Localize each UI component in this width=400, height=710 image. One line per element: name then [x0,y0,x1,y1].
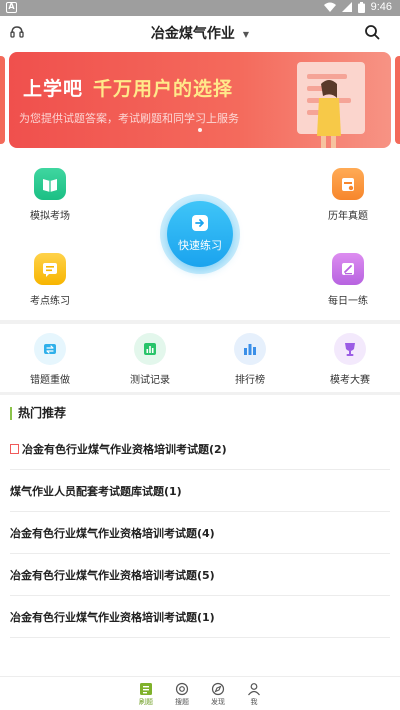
record-icon [134,333,166,365]
app-bar: 冶金煤气作业 ▼ [0,16,400,48]
list-item-title: 冶金有色行业煤气作业资格培训考试题(4) [10,526,215,540]
user-icon [247,681,261,696]
nav-search[interactable]: 搜题 [171,677,193,710]
list-item-title: 煤气作业人员配套考试题库试题(1) [10,484,182,498]
status-time: 9:46 [370,1,392,13]
tool-mock-contest[interactable]: 模考大赛 [310,333,390,386]
quick-practice-button[interactable]: 快速练习 [160,194,240,274]
retry-icon [34,333,66,365]
topic-practice-label: 考点练习 [30,296,70,307]
bottom-nav: 刷题 搜题 发现 我 [0,676,400,710]
past-papers-label: 历年真题 [328,211,368,222]
list-item[interactable]: 煤气作业人员配套考试题库试题(1) [10,470,390,512]
wifi-icon [323,2,336,12]
nav-discover[interactable]: 发现 [207,677,229,710]
tool-label: 模考大赛 [330,375,370,386]
signal-icon [341,2,352,12]
tool-test-record[interactable]: 测试记录 [110,333,190,386]
status-bar: A 9:46 [0,0,400,16]
practice-icon [139,681,153,695]
section-divider [0,392,400,395]
banner-title: 上学吧 千万用户的选择 [23,74,233,101]
list-item[interactable]: 冶金有色行业煤气作业资格培训考试题(1) [10,596,390,638]
quick-practice-core: 快速练习 [167,201,233,267]
mock-exam-label: 模拟考场 [30,211,70,222]
arrow-right-icon [192,215,208,231]
mock-exam-button[interactable]: 模拟考场 [10,168,90,222]
tool-label: 测试记录 [130,375,170,386]
topic-practice-button[interactable]: 考点练习 [10,253,90,307]
section-divider [0,320,400,324]
hot-list: 冶金有色行业煤气作业资格培训考试题(2) 煤气作业人员配套考试题库试题(1) 冶… [10,428,390,638]
daily-practice-button[interactable]: 每日一练 [308,253,388,307]
nav-label: 我 [250,698,258,706]
quick-practice-label: 快速练习 [178,239,222,252]
caret-down-icon: ▼ [242,29,250,39]
rank-icon [234,333,266,365]
status-indicators: 9:46 [323,1,392,13]
battery-icon [357,1,365,13]
trophy-icon [334,333,366,365]
tool-label: 错题重做 [30,375,70,386]
list-item[interactable]: 冶金有色行业煤气作业资格培训考试题(5) [10,554,390,596]
calendar-icon [332,168,364,200]
list-item[interactable]: 冶金有色行业煤气作业资格培训考试题(4) [10,512,390,554]
past-papers-button[interactable]: 历年真题 [308,168,388,222]
tool-label: 排行榜 [235,375,265,386]
bookmark-icon [10,443,19,454]
nav-label: 搜题 [175,698,189,706]
banner-next-peek [395,56,400,144]
list-item-title: 冶金有色行业煤气作业资格培训考试题(2) [22,442,227,456]
page-title: 冶金煤气作业 [150,26,235,42]
nav-practice[interactable]: 刷题 [135,677,157,710]
banner-title-main: 上学吧 [23,78,84,100]
list-item-title: 冶金有色行业煤气作业资格培训考试题(1) [10,610,215,624]
list-item-title: 冶金有色行业煤气作业资格培训考试题(5) [10,568,215,582]
notification-a-icon: A [6,2,17,13]
compass-icon [211,681,225,696]
daily-practice-label: 每日一练 [328,296,368,307]
list-item[interactable]: 冶金有色行业煤气作业资格培训考试题(2) [10,428,390,470]
tool-ranking[interactable]: 排行榜 [210,333,290,386]
edit-icon [332,253,364,285]
banner-title-highlight: 千万用户的选择 [93,78,234,100]
message-icon [34,253,66,285]
banner-carousel[interactable]: 上学吧 千万用户的选择 为您提供试题答案，考试刷题和同学习上服务 [0,52,400,148]
banner-person-illustration [317,80,341,148]
banner-prev-peek [0,56,5,144]
nav-label: 刷题 [139,698,153,706]
carousel-indicator [9,117,391,136]
search-icon[interactable] [364,24,380,40]
tool-wrong-redo[interactable]: 错题重做 [10,333,90,386]
nav-label: 发现 [211,698,225,706]
banner-slide[interactable]: 上学吧 千万用户的选择 为您提供试题答案，考试刷题和同学习上服务 [9,52,391,148]
hot-section-heading: 热门推荐 [10,407,66,420]
book-icon [34,168,66,200]
nav-me[interactable]: 我 [243,677,265,710]
subject-selector[interactable]: 冶金煤气作业 ▼ [0,23,400,43]
search-question-icon [175,681,189,696]
